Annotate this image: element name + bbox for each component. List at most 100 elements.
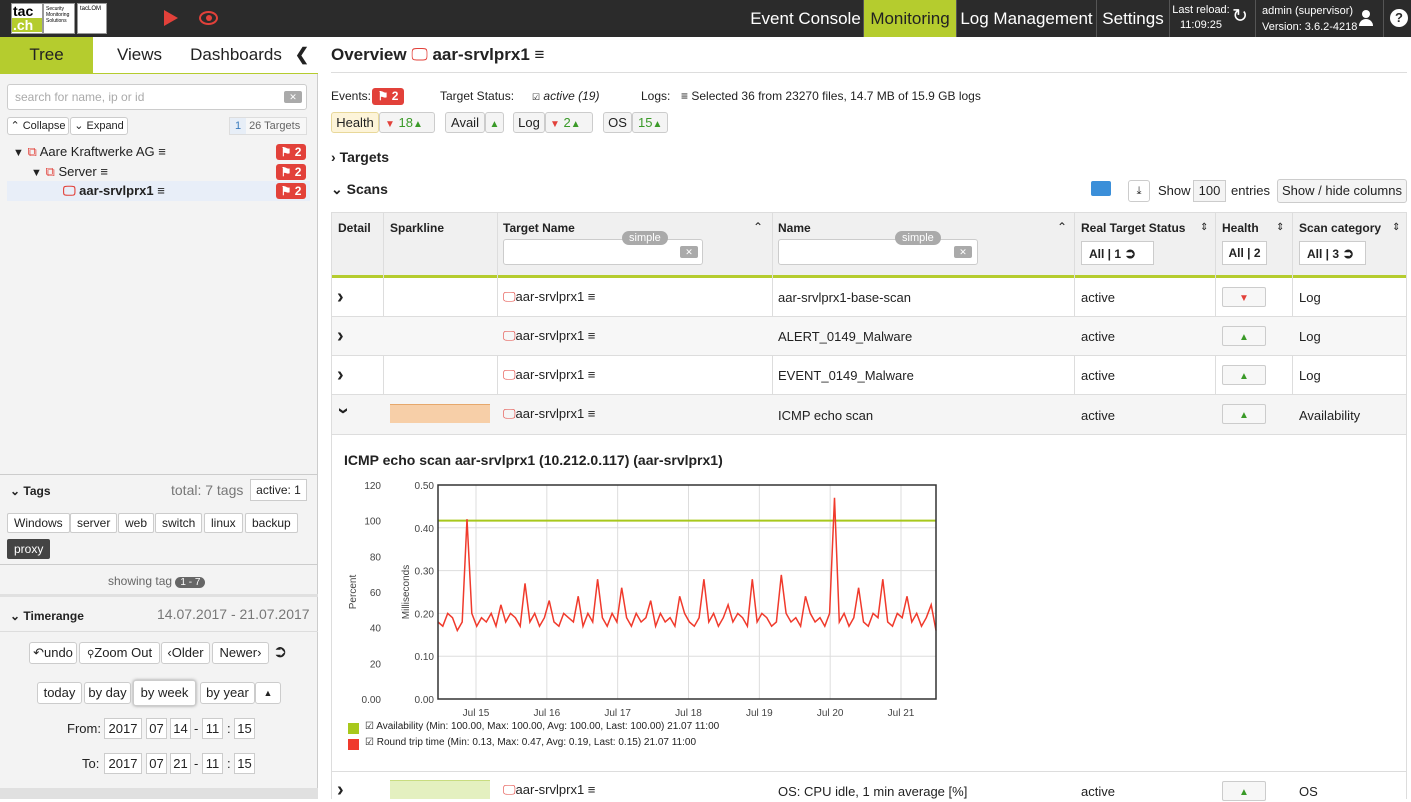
from-hour[interactable]: 11 <box>202 718 223 739</box>
tac-logo[interactable]: tac .ch <box>11 3 43 34</box>
tree-node-server[interactable]: ▼ ⧉ Server ≡ <box>31 164 291 182</box>
event-badge[interactable]: ⚑ 2 <box>276 164 306 180</box>
log-counts[interactable]: ▼ 2▲ <box>545 112 593 133</box>
tag-backup[interactable]: backup <box>245 513 298 533</box>
menu-icon[interactable]: ≡ <box>157 183 165 198</box>
col-target-name[interactable]: Target Name <box>503 221 575 235</box>
menu-icon[interactable]: ≡ <box>100 164 108 179</box>
expand-row-icon[interactable]: › <box>337 325 344 348</box>
tag-windows[interactable]: Windows <box>7 513 70 533</box>
avail-counts[interactable]: ▲ <box>485 112 504 133</box>
avail-chip[interactable]: Avail <box>445 112 485 133</box>
nav-event-console[interactable]: Event Console <box>748 0 863 37</box>
health-button[interactable]: ▲ <box>1222 781 1266 801</box>
table-row-target[interactable]: 🖵aar-srvlprx1 ≡ <box>503 367 595 383</box>
by-year-button[interactable]: by year <box>200 682 255 704</box>
collapse-panel-icon[interactable]: ❮ <box>286 37 318 73</box>
expand-row-icon[interactable]: › <box>337 286 344 309</box>
nav-settings[interactable]: Settings <box>1097 0 1169 37</box>
os-counts[interactable]: 15▲ <box>632 112 668 133</box>
help-icon[interactable]: ? <box>1390 9 1408 27</box>
target-filter-input[interactable] <box>503 239 703 265</box>
timerange-header[interactable]: ⌄ Timerange <box>10 609 84 623</box>
health-chip[interactable]: Health <box>331 112 379 133</box>
col-name[interactable]: Name <box>778 221 811 235</box>
tag-server[interactable]: server <box>70 513 118 533</box>
to-day[interactable]: 21 <box>170 753 191 774</box>
col-health[interactable]: Health <box>1222 221 1259 235</box>
clear-filter-icon[interactable]: ✕ <box>954 246 972 258</box>
table-row-target[interactable]: 🖵aar-srvlprx1 ≡ <box>503 289 595 305</box>
zoom-out-button[interactable]: ⚲Zoom Out <box>79 642 160 664</box>
by-day-button[interactable]: by day <box>84 682 131 704</box>
show-hide-columns-button[interactable]: Show / hide columns <box>1277 179 1407 203</box>
nav-log-management[interactable]: Log Management <box>957 0 1096 37</box>
name-filter-input[interactable] <box>778 239 978 265</box>
menu-icon[interactable]: ≡ <box>158 144 166 159</box>
expand-button[interactable]: ⌄ Expand <box>70 117 128 135</box>
rtt-chart[interactable]: 0.00 0.10 0.20 0.30 0.40 0.50 0.00 20 40 60 80 100 1… <box>340 476 950 756</box>
sort-icon[interactable]: ⇕ <box>1276 222 1284 233</box>
clear-filter-icon[interactable]: ✕ <box>680 246 698 258</box>
from-minute[interactable]: 15 <box>234 718 255 739</box>
col-scan-category[interactable]: Scan category <box>1299 221 1381 235</box>
tab-tree[interactable]: Tree <box>0 37 93 73</box>
health-button[interactable]: ▲ <box>1222 365 1266 385</box>
tree-node-company[interactable]: ▼ ⧉ Aare Kraftwerke AG ≡ <box>13 144 313 162</box>
scans-section[interactable]: ⌄ Scans <box>331 181 388 198</box>
caret-up-icon[interactable]: ▲ <box>255 682 281 704</box>
legend-rtt[interactable]: ☑ Round trip time (Min: 0.13, Max: 0.47,… <box>365 737 696 748</box>
table-row-target[interactable]: 🖵aar-srvlprx1 ≡ <box>503 406 595 422</box>
os-chip[interactable]: OS <box>603 112 632 133</box>
category-filter[interactable]: All | 3 ➲ <box>1299 241 1366 265</box>
to-year[interactable]: 2017 <box>104 753 142 774</box>
health-button[interactable]: ▼ <box>1222 287 1266 307</box>
col-detail[interactable]: Detail <box>338 221 371 235</box>
user-info[interactable]: admin (supervisor) Version: 3.6.2-4218 <box>1262 3 1357 35</box>
to-month[interactable]: 07 <box>146 753 167 774</box>
log-chip[interactable]: Log <box>513 112 545 133</box>
tree-node-host[interactable]: 🖵 aar-srvlprx1 ≡ <box>63 183 283 201</box>
events-badge[interactable]: ⚑ 2 <box>372 88 404 105</box>
health-button[interactable]: ▲ <box>1222 326 1266 346</box>
nav-monitoring[interactable]: Monitoring <box>864 0 956 37</box>
status-filter[interactable]: All | 1 ➲ <box>1081 241 1154 265</box>
collapse-button[interactable]: ⌃ Collapse <box>7 117 69 135</box>
comment-icon[interactable] <box>1091 181 1111 196</box>
taclom-logo[interactable]: tacLOM <box>77 3 107 34</box>
event-badge[interactable]: ⚑ 2 <box>276 144 306 160</box>
tag-switch[interactable]: switch <box>155 513 203 533</box>
table-row-target[interactable]: 🖵aar-srvlprx1 ≡ <box>503 782 595 798</box>
older-button[interactable]: ‹Older <box>161 642 210 664</box>
from-year[interactable]: 2017 <box>104 718 142 739</box>
health-counts[interactable]: ▼ 18▲ <box>379 112 435 133</box>
from-day[interactable]: 14 <box>170 718 191 739</box>
event-badge[interactable]: ⚑ 2 <box>276 183 306 199</box>
tab-views[interactable]: Views <box>93 37 186 73</box>
undo-button[interactable]: ↶undo <box>29 642 77 664</box>
expand-row-icon[interactable]: › <box>337 364 344 387</box>
from-month[interactable]: 07 <box>146 718 167 739</box>
health-filter[interactable]: All | 2 <box>1222 241 1267 265</box>
tag-proxy[interactable]: proxy <box>7 539 51 559</box>
tag-web[interactable]: web <box>118 513 155 533</box>
tag-linux[interactable]: linux <box>204 513 243 533</box>
reload-icon[interactable]: ↻ <box>1232 7 1248 27</box>
table-row-target[interactable]: 🖵aar-srvlprx1 ≡ <box>503 328 595 344</box>
targets-section[interactable]: › Targets <box>331 149 389 165</box>
collapse-row-icon[interactable]: › <box>332 408 355 420</box>
sort-up-icon[interactable]: ⌃ <box>1057 220 1067 234</box>
play-icon[interactable] <box>164 10 178 26</box>
col-real-target-status[interactable]: Real Target Status <box>1081 221 1185 235</box>
health-button[interactable]: ▲ <box>1222 404 1266 424</box>
tags-header[interactable]: ⌄ Tags <box>10 484 51 498</box>
search-input[interactable]: search for name, ip or id ✕ <box>7 84 307 110</box>
sort-icon[interactable]: ⇕ <box>1392 222 1400 233</box>
newer-button[interactable]: Newer› <box>212 642 269 664</box>
eye-icon[interactable] <box>199 11 218 25</box>
sort-icon[interactable]: ⇕ <box>1200 222 1208 233</box>
by-week-button[interactable]: by week <box>133 680 196 706</box>
today-button[interactable]: today <box>37 682 82 704</box>
col-sparkline[interactable]: Sparkline <box>390 221 444 235</box>
to-hour[interactable]: 11 <box>202 753 223 774</box>
